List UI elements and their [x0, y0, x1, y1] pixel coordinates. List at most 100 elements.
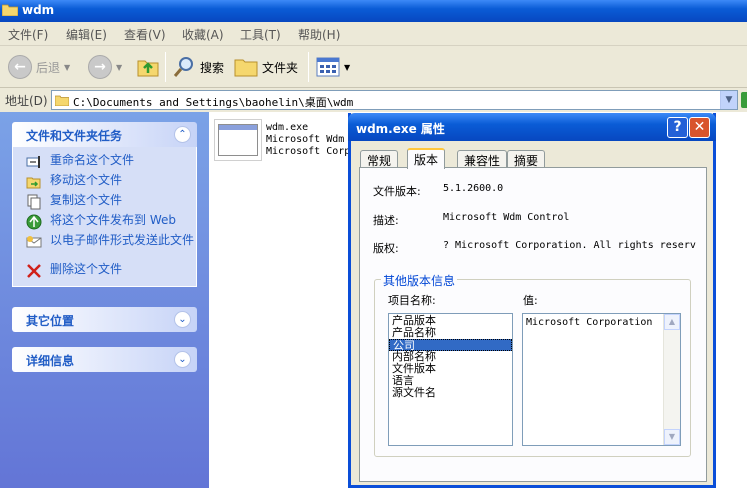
move-icon: [26, 177, 41, 189]
dialog-tabs: 常规 版本 兼容性 摘要: [359, 148, 709, 169]
folder-icon: [2, 4, 18, 16]
task-email[interactable]: 以电子邮件形式发送此文件: [23, 233, 196, 262]
file-tasks-title: 文件和文件夹任务: [26, 129, 123, 143]
toolbar: ← 后退 ▼ → ▼ 搜索 文件夹 ▼: [0, 46, 747, 88]
chevron-up-icon[interactable]: ⌃: [174, 126, 191, 143]
up-button[interactable]: [136, 52, 160, 82]
other-version-info-group: 其他版本信息 项目名称: 值: 产品版本 产品名称 公司 内部名称 文件版本 语…: [374, 272, 691, 457]
file-tasks-body: 重命名这个文件 移动这个文件 复制这个文件 将这个文件发布到 Web 以电子邮件…: [12, 147, 197, 287]
rename-icon: [26, 156, 40, 168]
group-title: 其他版本信息: [381, 272, 458, 289]
task-move-label: 移动这个文件: [50, 173, 123, 187]
copyright-label: 版权:: [373, 242, 399, 254]
file-description: Microsoft Wdm: [266, 134, 345, 145]
forward-button[interactable]: → ▼: [88, 52, 122, 82]
menu-tools[interactable]: 工具(T): [240, 26, 281, 43]
task-delete[interactable]: 删除这个文件: [23, 262, 196, 282]
chevron-down-icon[interactable]: ▼: [720, 91, 737, 109]
file-company: Microsoft Corp: [266, 146, 351, 157]
list-item[interactable]: 产品名称: [389, 327, 512, 339]
value-textbox[interactable]: Microsoft Corporation ▲ ▼: [522, 313, 681, 446]
details-header[interactable]: 详细信息 ⌄: [12, 347, 197, 372]
copy-icon: [27, 194, 41, 210]
back-button[interactable]: ← 后退 ▼: [8, 52, 70, 82]
chevron-down-icon[interactable]: ⌄: [174, 351, 191, 368]
forward-dropdown-icon: ▼: [116, 62, 123, 72]
close-button[interactable]: ✕: [689, 117, 710, 138]
dialog-titlebar[interactable]: wdm.exe 属性 ? ✕: [348, 113, 716, 141]
views-dropdown-icon: ▼: [344, 62, 351, 72]
properties-dialog: wdm.exe 属性 ? ✕ 常规 版本 兼容性 摘要 文件版本: 5.1.26…: [348, 113, 716, 488]
file-thumbnail[interactable]: [214, 119, 262, 161]
menu-edit[interactable]: 编辑(E): [66, 26, 107, 43]
address-input[interactable]: C:\Documents and Settings\baohelin\桌面\wd…: [51, 90, 738, 110]
description-value: Microsoft Wdm Control: [443, 212, 570, 223]
folders-button[interactable]: 文件夹: [234, 52, 298, 82]
menu-favorites[interactable]: 收藏(A): [182, 26, 224, 43]
dialog-title: wdm.exe 属性: [356, 122, 445, 136]
file-tasks-panel: 文件和文件夹任务 ⌃ 重命名这个文件 移动这个文件 复制这个文件 将这个文件发布…: [12, 122, 197, 287]
toolbar-separator: [165, 52, 166, 82]
task-copy-label: 复制这个文件: [50, 193, 123, 207]
close-icon: ✕: [693, 119, 706, 135]
task-move[interactable]: 移动这个文件: [23, 173, 196, 193]
task-rename[interactable]: 重命名这个文件: [23, 153, 196, 173]
folders-label: 文件夹: [262, 60, 299, 75]
toolbar-separator: [308, 52, 309, 82]
tab-compatibility[interactable]: 兼容性: [457, 150, 508, 168]
scroll-up-icon[interactable]: ▲: [664, 314, 680, 330]
details-panel: 详细信息 ⌄: [12, 347, 197, 372]
scrollbar[interactable]: ▲ ▼: [663, 314, 680, 445]
item-name-label: 项目名称:: [388, 294, 436, 307]
back-label: 后退: [36, 60, 61, 75]
folder-icon: [55, 95, 69, 106]
search-label: 搜索: [200, 60, 225, 75]
copyright-row: 版权: ? Microsoft Corporation. All rights …: [373, 240, 703, 254]
address-bar: 地址(D) C:\Documents and Settings\baohelin…: [0, 88, 747, 112]
search-button[interactable]: 搜索: [172, 52, 224, 82]
other-places-title: 其它位置: [26, 314, 75, 328]
views-button[interactable]: ▼: [316, 52, 350, 82]
tab-summary[interactable]: 摘要: [507, 150, 546, 168]
folder-up-icon: [137, 60, 159, 77]
go-button[interactable]: [741, 92, 747, 108]
file-version-row: 文件版本: 5.1.2600.0: [373, 183, 503, 199]
address-label: 地址(D): [5, 94, 48, 108]
search-icon: [173, 57, 193, 77]
file-name: wdm.exe: [266, 122, 309, 133]
scroll-down-icon[interactable]: ▼: [664, 429, 680, 445]
back-arrow-icon: ←: [8, 55, 32, 79]
task-publish[interactable]: 将这个文件发布到 Web: [23, 213, 196, 233]
other-places-header[interactable]: 其它位置 ⌄: [12, 307, 197, 332]
chevron-down-icon[interactable]: ⌄: [174, 311, 191, 328]
tab-general[interactable]: 常规: [360, 150, 399, 168]
window-titlebar[interactable]: wdm: [0, 0, 747, 22]
item-name-list[interactable]: 产品版本 产品名称 公司 内部名称 文件版本 语言 源文件名: [388, 313, 513, 446]
list-item[interactable]: 源文件名: [389, 387, 512, 399]
delete-icon: [27, 264, 41, 278]
file-tasks-header[interactable]: 文件和文件夹任务 ⌃: [12, 122, 197, 147]
file-info[interactable]: wdm.exe Microsoft Wdm Microsoft Corp: [266, 122, 350, 158]
folder-icon: [234, 59, 258, 77]
task-rename-label: 重命名这个文件: [50, 153, 135, 167]
window-title: wdm: [22, 3, 55, 17]
file-version-value: 5.1.2600.0: [443, 183, 504, 194]
help-button[interactable]: ?: [667, 117, 688, 138]
menu-file[interactable]: 文件(F): [8, 26, 48, 43]
menu-view[interactable]: 查看(V): [124, 26, 166, 43]
tab-version[interactable]: 版本: [407, 148, 446, 169]
forward-arrow-icon: →: [88, 55, 112, 79]
task-email-label: 以电子邮件形式发送此文件: [50, 233, 195, 247]
address-path: C:\Documents and Settings\baohelin\桌面\wd…: [73, 96, 354, 109]
task-copy[interactable]: 复制这个文件: [23, 193, 196, 213]
description-label: 描述:: [373, 214, 399, 227]
file-version-label: 文件版本:: [373, 185, 421, 198]
value-label: 值:: [523, 294, 538, 307]
copyright-value: ? Microsoft Corporation. All rights rese…: [443, 240, 696, 251]
task-publish-label: 将这个文件发布到 Web: [50, 213, 176, 227]
back-dropdown-icon: ▼: [64, 62, 71, 72]
menu-help[interactable]: 帮助(H): [298, 26, 340, 43]
application-icon: [218, 124, 258, 156]
menu-bar: 文件(F) 编辑(E) 查看(V) 收藏(A) 工具(T) 帮助(H): [0, 22, 747, 46]
globe-icon: [26, 214, 42, 230]
